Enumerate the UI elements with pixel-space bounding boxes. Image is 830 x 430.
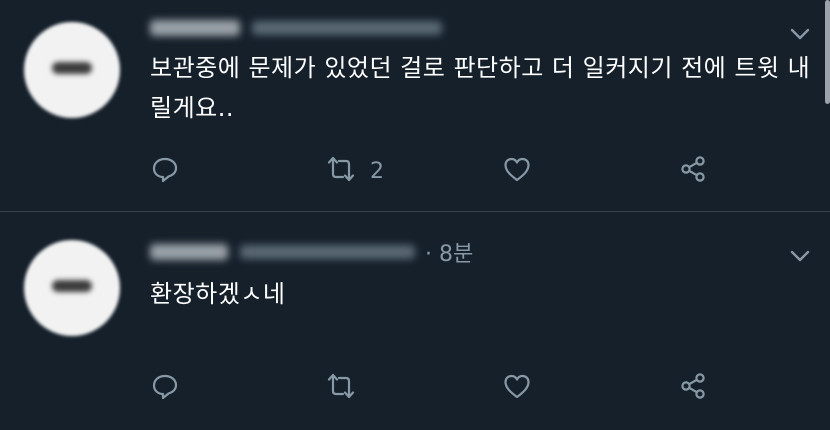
avatar-image (52, 62, 92, 74)
share-icon (678, 371, 708, 405)
tweet-actions (150, 370, 750, 406)
tweet-time[interactable]: · 8분 (425, 236, 473, 268)
reply-icon (150, 154, 180, 188)
blurred-username[interactable] (240, 245, 415, 259)
avatar[interactable] (24, 22, 120, 118)
tweet-2[interactable]: · 8분 환장하겠ㅅ네 (0, 212, 830, 430)
retweet-icon (326, 371, 356, 405)
share-button[interactable] (678, 153, 708, 189)
heart-icon (502, 371, 532, 405)
tweet-header: · 8분 (150, 236, 473, 268)
share-icon (678, 154, 708, 188)
reply-button[interactable] (150, 153, 180, 189)
avatar-image (52, 280, 92, 292)
chevron-down-icon[interactable] (788, 22, 812, 46)
tweet-1[interactable]: 보관중에 문제가 있었던 걸로 판단하고 더 일커지기 전에 트윗 내릴게요..… (0, 0, 830, 212)
reply-button[interactable] (150, 370, 180, 406)
retweet-count: 2 (370, 158, 384, 184)
retweet-button[interactable]: 2 (326, 153, 384, 189)
like-button[interactable] (502, 370, 532, 406)
tweet-text: 환장하겠ㅅ네 (150, 280, 286, 308)
tweet-actions: 2 (150, 153, 750, 189)
heart-icon (502, 154, 532, 188)
blurred-username[interactable] (252, 21, 442, 35)
tweet-header (150, 14, 452, 42)
retweet-button[interactable] (326, 370, 370, 406)
blurred-display-name[interactable] (150, 20, 240, 36)
tweet-text: 보관중에 문제가 있었던 걸로 판단하고 더 일커지기 전에 트윗 내릴게요.. (150, 54, 811, 122)
share-button[interactable] (678, 370, 708, 406)
retweet-icon (326, 154, 356, 188)
blurred-display-name[interactable] (150, 244, 228, 260)
reply-icon (150, 371, 180, 405)
chevron-down-icon[interactable] (788, 244, 812, 268)
like-button[interactable] (502, 153, 532, 189)
avatar[interactable] (24, 240, 120, 336)
